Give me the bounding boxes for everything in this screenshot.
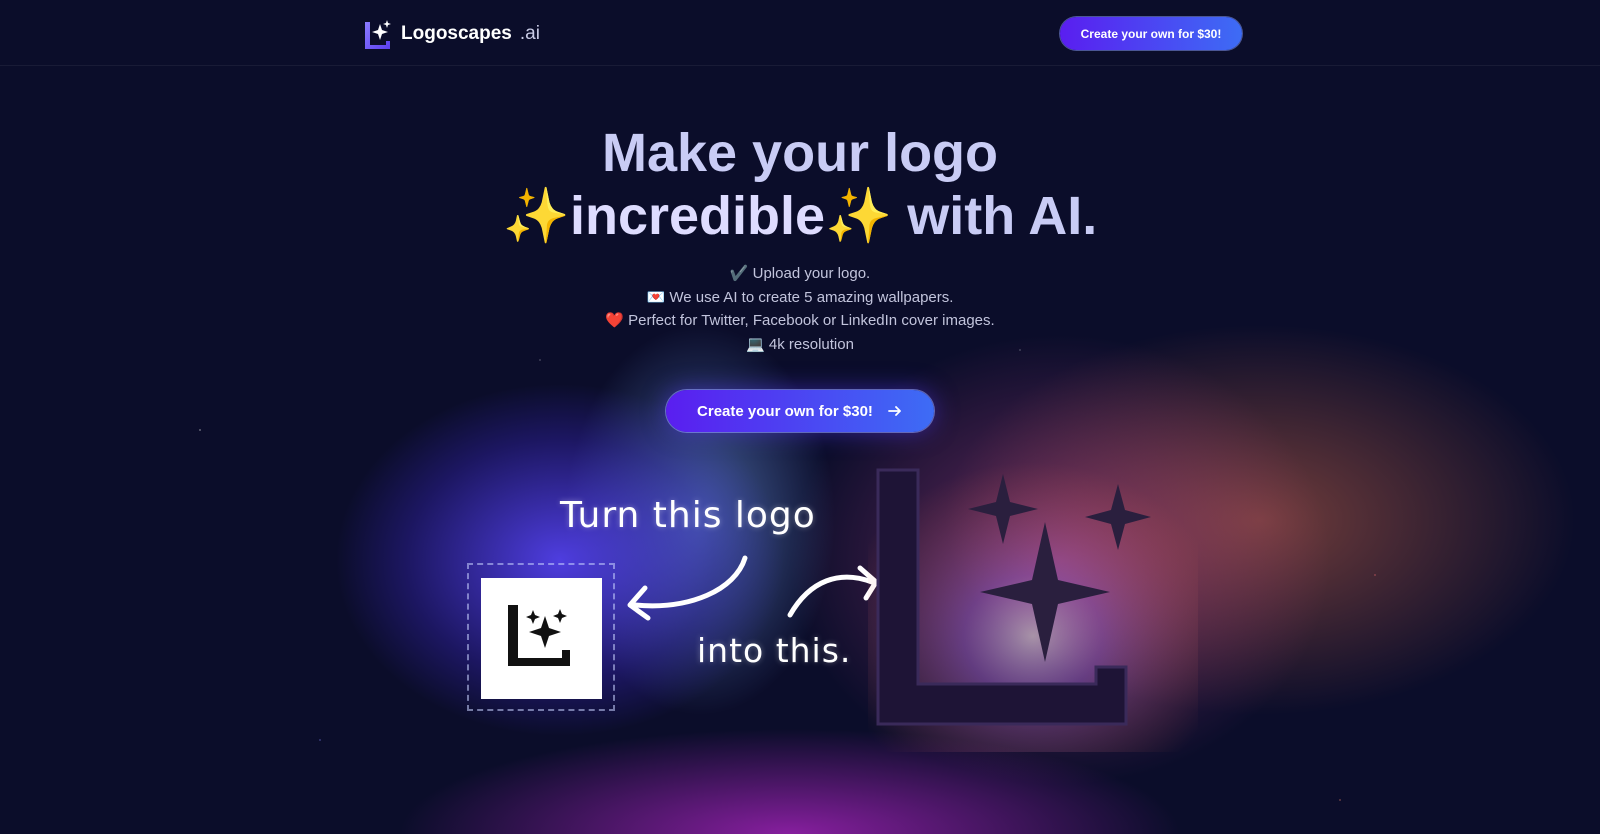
curved-arrow-icon (627, 555, 879, 621)
sparkles-icon: ✨ (825, 186, 893, 246)
feature-item: 💻 4k resolution (746, 335, 854, 353)
feature-item: ✔️ Upload your logo. (729, 265, 871, 282)
brand-tld: .ai (519, 23, 540, 44)
hero-title-line-2: ✨incredible✨ with AI. (0, 185, 1600, 247)
sparkles-icon: ✨ (502, 186, 570, 246)
main-cta-label: Create your own for $30! (697, 402, 873, 420)
original-logo-card (481, 578, 602, 699)
brand-name: Logoscapes (401, 23, 512, 44)
header-cta-button[interactable]: Create your own for $30! (1060, 17, 1242, 50)
arrow-right-icon (888, 406, 901, 416)
feature-item: ❤️ Perfect for Twitter, Facebook or Link… (605, 312, 995, 329)
caption-before: Turn this logo (560, 495, 816, 536)
logo-icon (365, 20, 391, 49)
top-nav: Logoscapes .ai Create your own for $30! (0, 0, 1600, 66)
logo-wallpaper-render (868, 462, 1198, 752)
logo-icon (508, 605, 570, 666)
feature-list: ✔️ Upload your logo. 💌 We use AI to crea… (0, 262, 1600, 356)
brand[interactable]: Logoscapes .ai (361, 18, 540, 50)
main-cta-button[interactable]: Create your own for $30! (666, 390, 934, 432)
feature-item: 💌 We use AI to create 5 amazing wallpape… (646, 288, 954, 306)
hero-title-highlight: incredible (569, 186, 826, 246)
hero-title-line-1: Make your logo (601, 123, 999, 183)
hero-title-rest: with AI. (892, 186, 1098, 246)
